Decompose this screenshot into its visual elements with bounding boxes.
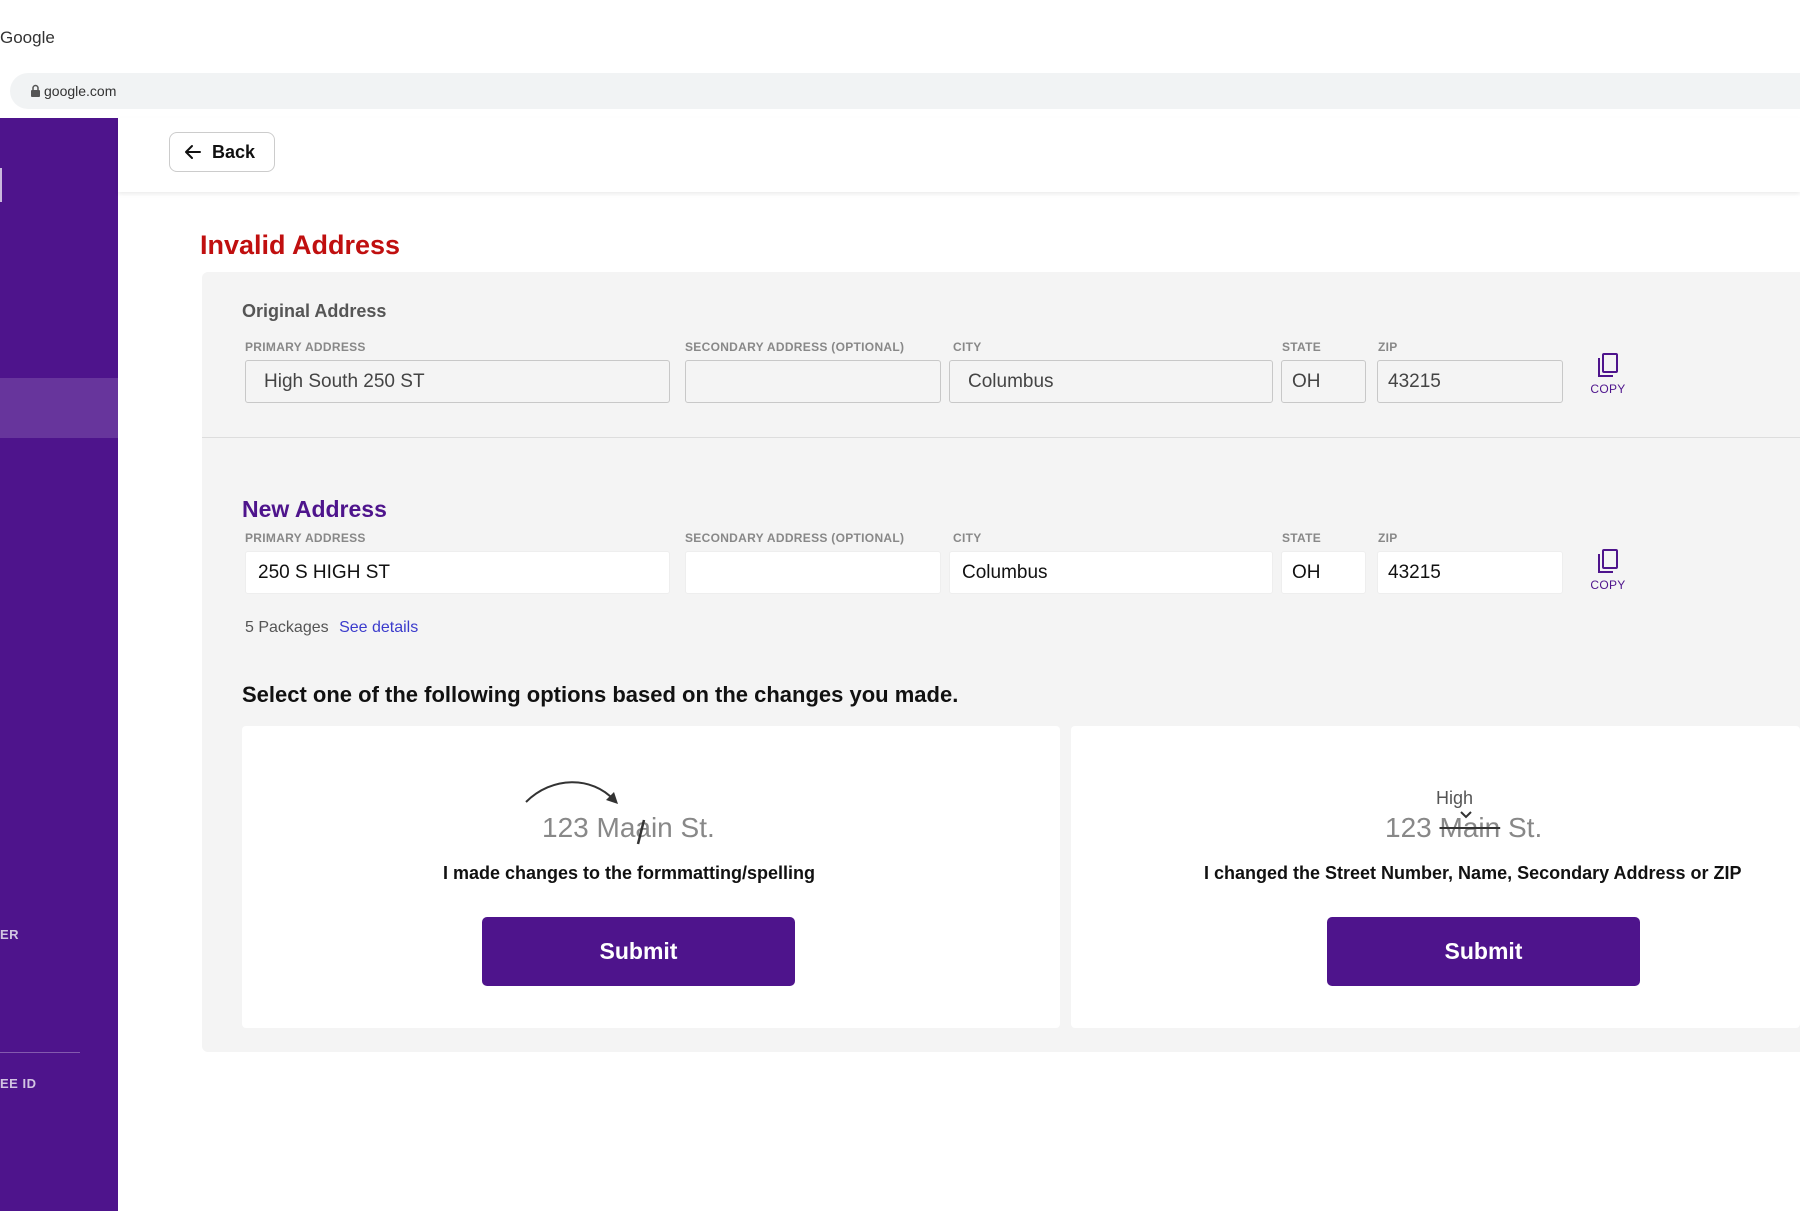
packages-count: 5 Packages	[245, 619, 329, 636]
address-bar[interactable]: google.com	[10, 73, 1800, 109]
original-primary-field: High South 250 ST	[245, 360, 670, 403]
option-formatting-card: 123 Maain St. I made changes to the form…	[242, 726, 1060, 1028]
lock-icon	[31, 84, 40, 97]
edit-stroke-icon	[636, 819, 646, 845]
new-city-input[interactable]: Columbus	[949, 551, 1273, 594]
url-text: google.com	[44, 83, 117, 99]
original-secondary-label: SECONDARY ADDRESS (OPTIONAL)	[685, 340, 905, 354]
sidebar-label-2[interactable]: EE ID	[0, 1076, 36, 1091]
original-address-heading: Original Address	[242, 301, 387, 321]
submit-street-change-button[interactable]: Submit	[1327, 917, 1640, 986]
original-state-label: STATE	[1282, 340, 1322, 354]
original-zip-field: 43215	[1377, 360, 1563, 403]
original-city-field: Columbus	[949, 360, 1273, 403]
new-state-input[interactable]: OH	[1281, 551, 1366, 594]
formatting-option-description: I made changes to the formmatting/spelli…	[443, 863, 816, 883]
copy-new-label: COPY	[1590, 578, 1626, 592]
insert-word-text: High	[1436, 788, 1474, 808]
new-primary-input[interactable]: 250 S HIGH ST	[245, 551, 670, 594]
original-zip-label: ZIP	[1378, 340, 1398, 354]
page-title: Invalid Address	[200, 230, 401, 260]
back-button-label: Back	[212, 141, 256, 162]
original-primary-label: PRIMARY ADDRESS	[245, 340, 366, 354]
browser-tab-title[interactable]: Google	[0, 28, 55, 48]
illustration-number: 123	[1385, 812, 1432, 843]
new-zip-label: ZIP	[1378, 531, 1398, 545]
new-secondary-input[interactable]	[685, 551, 941, 594]
original-secondary-field	[685, 360, 941, 403]
arrow-left-icon	[185, 145, 201, 159]
sidebar-divider	[0, 1052, 80, 1053]
sidebar: ER EE ID	[0, 118, 118, 1211]
sidebar-item-active[interactable]	[0, 378, 118, 438]
copy-new-button[interactable]: COPY	[1588, 548, 1628, 592]
street-change-option-description: I changed the Street Number, Name, Secon…	[1204, 863, 1742, 883]
copy-original-button[interactable]: COPY	[1588, 352, 1628, 396]
street-change-illustration: 123 Main St.	[1385, 812, 1542, 844]
new-city-label: CITY	[953, 531, 982, 545]
options-instruction: Select one of the following options base…	[242, 682, 959, 707]
copy-icon	[1598, 549, 1618, 573]
top-header: Back	[118, 118, 1800, 192]
section-divider	[202, 437, 1800, 438]
sidebar-collapse-icon[interactable]	[0, 168, 3, 202]
copy-icon	[1598, 353, 1618, 377]
illustration-suffix: St.	[1507, 812, 1543, 843]
option-street-change-card: High 123 Main St. I changed the Street N…	[1071, 726, 1800, 1028]
copy-original-label: COPY	[1590, 382, 1626, 396]
new-address-heading: New Address	[242, 496, 387, 522]
packages-info: 5 Packages See details	[245, 619, 418, 637]
new-state-label: STATE	[1282, 531, 1322, 545]
new-secondary-label: SECONDARY ADDRESS (OPTIONAL)	[685, 531, 905, 545]
back-button[interactable]: Back	[169, 132, 275, 172]
new-primary-label: PRIMARY ADDRESS	[245, 531, 366, 545]
sidebar-label-1[interactable]: ER	[0, 927, 19, 942]
original-state-field: OH	[1281, 360, 1366, 403]
formatting-illustration-text: 123 Maain St.	[542, 812, 715, 843]
original-city-label: CITY	[953, 340, 982, 354]
illustration-struck-word: Main	[1439, 812, 1501, 843]
see-details-link[interactable]: See details	[339, 619, 418, 636]
submit-formatting-button[interactable]: Submit	[482, 917, 795, 986]
new-zip-input[interactable]: 43215	[1377, 551, 1563, 594]
